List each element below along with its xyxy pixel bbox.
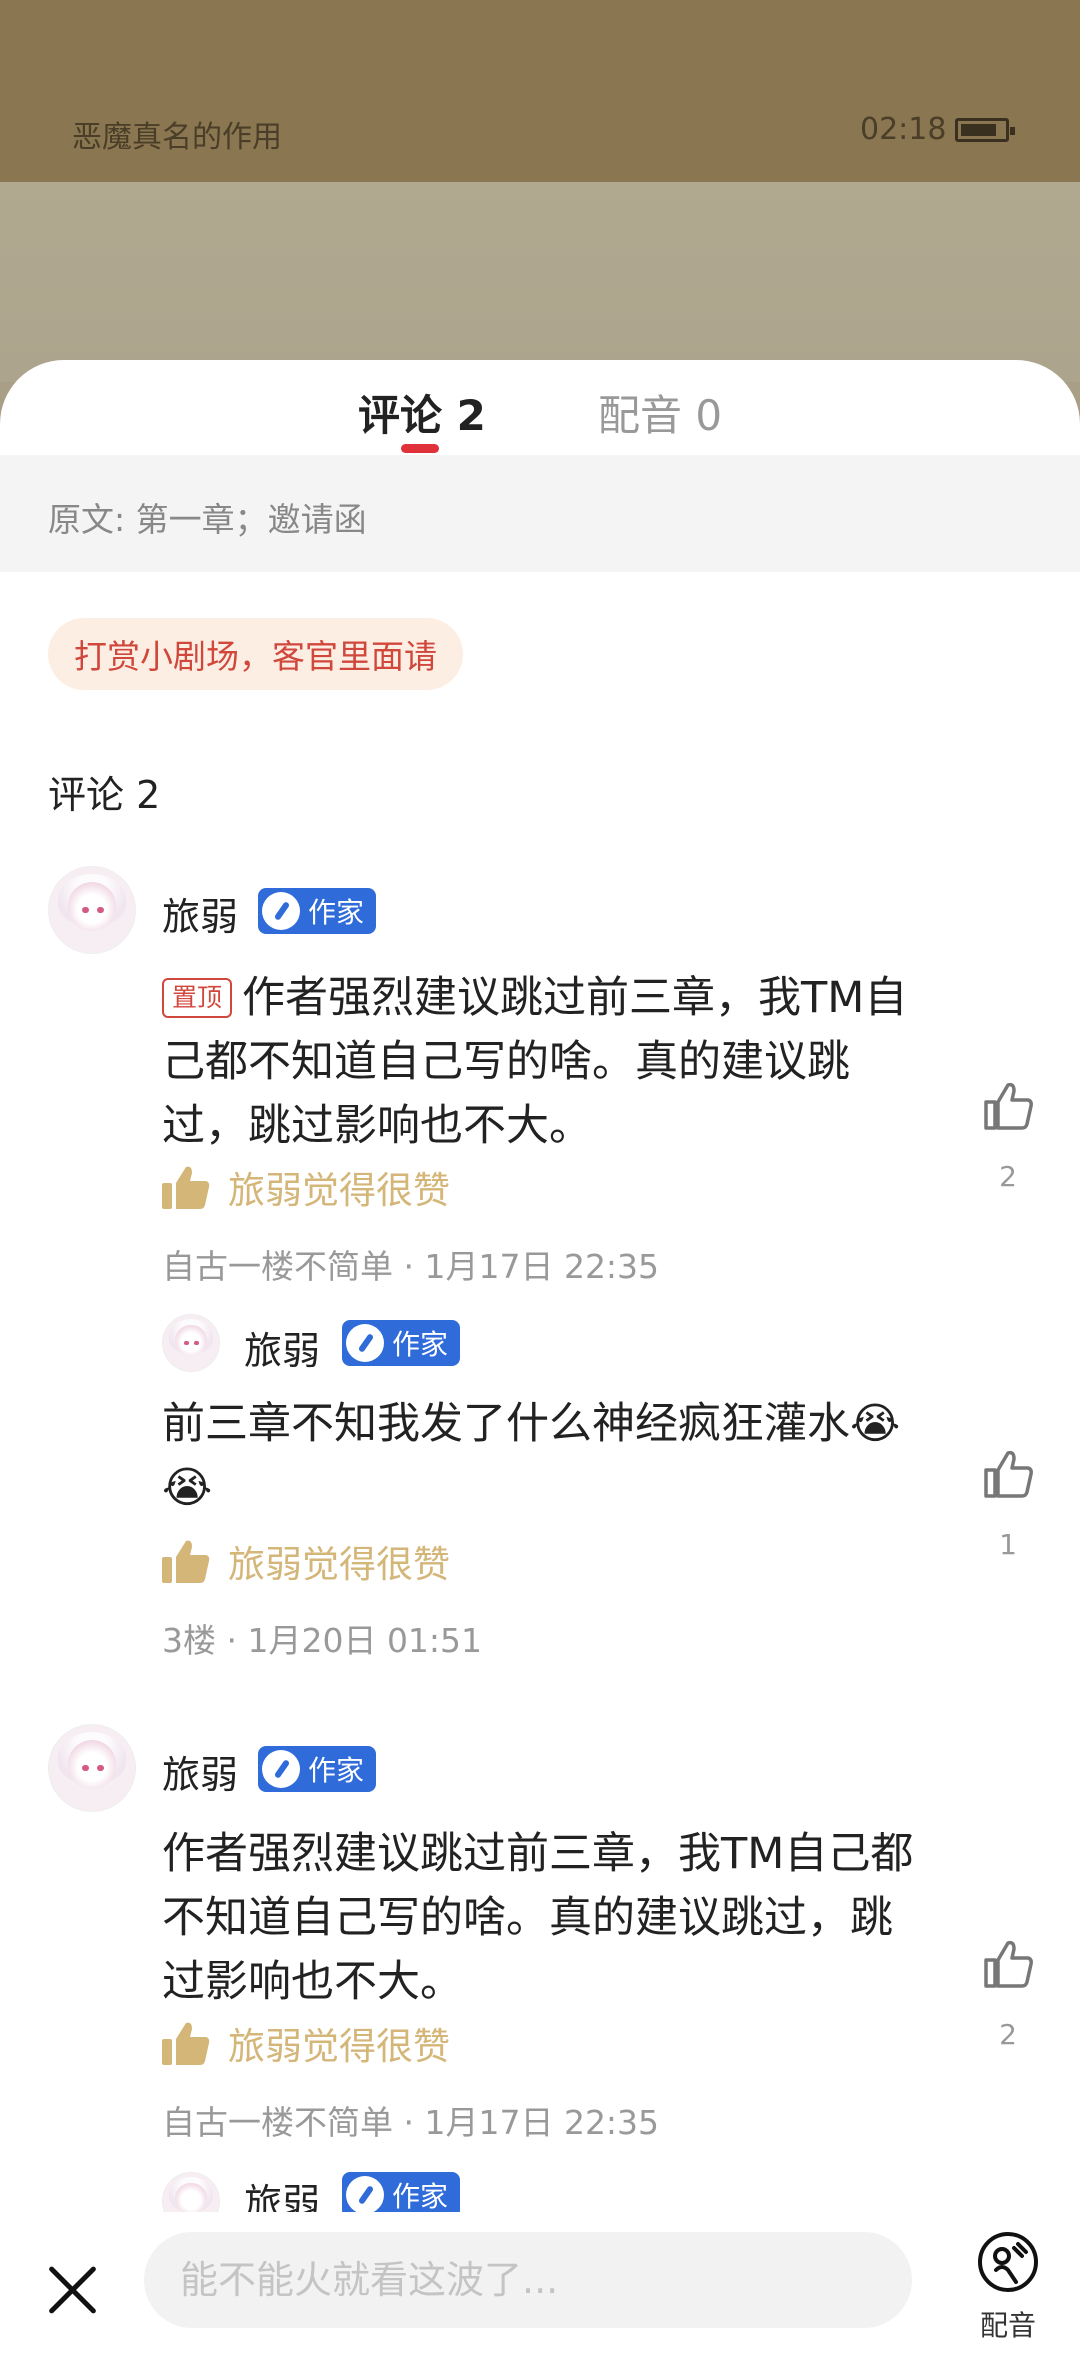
like-count: 1 bbox=[999, 1528, 1017, 1561]
author-liked-label: 旅弱觉得很赞 bbox=[228, 1169, 450, 1212]
quill-icon bbox=[262, 1750, 300, 1788]
thumb-up-outline-icon bbox=[984, 1082, 1033, 1130]
comment-count-heading: 评论 2 bbox=[48, 773, 161, 817]
dub-button[interactable]: 配音 bbox=[968, 2230, 1048, 2344]
tab-bar: 评论 2 配音 0 bbox=[0, 360, 1080, 455]
thumb-up-outline-icon bbox=[984, 1940, 1033, 1988]
like-button[interactable] bbox=[980, 1448, 1036, 1504]
author-badge: 作家 bbox=[342, 1320, 461, 1366]
comment-meta: 3楼 · 1月20日 01:51 bbox=[162, 1621, 483, 1660]
book-title: 恶魔真名的作用 bbox=[72, 120, 282, 155]
comment-input[interactable] bbox=[144, 2232, 912, 2328]
comment-input-wrapper[interactable] bbox=[144, 2232, 912, 2328]
close-icon[interactable] bbox=[44, 2262, 100, 2318]
like-count: 2 bbox=[999, 2018, 1017, 2051]
comment-body: 前三章不知我发了什么神经疯狂灌水😭😭 bbox=[162, 1399, 901, 1513]
comment-text[interactable]: 作者强烈建议跳过前三章，我TM自己都不知道自己写的啥。真的建议跳过，跳过影响也不… bbox=[162, 1822, 922, 2014]
tip-theater-button[interactable]: 打赏小剧场，客官里面请 bbox=[48, 618, 463, 690]
comment-body: 作者强烈建议跳过前三章，我TM自己都不知道自己写的啥。真的建议跳过，跳过影响也不… bbox=[162, 1829, 914, 2007]
battery-icon bbox=[955, 118, 1015, 142]
pinned-tag: 置顶 bbox=[162, 978, 233, 1018]
like-button[interactable] bbox=[980, 1938, 1036, 1994]
author-liked-label: 旅弱觉得很赞 bbox=[228, 1543, 450, 1586]
avatar[interactable] bbox=[162, 1314, 220, 1372]
clock: 02:18 bbox=[860, 112, 947, 147]
like-button[interactable] bbox=[980, 1080, 1036, 1136]
author-liked-row: 旅弱觉得很赞 bbox=[162, 1534, 450, 1588]
author-liked-row: 旅弱觉得很赞 bbox=[162, 1160, 450, 1214]
avatar[interactable] bbox=[162, 2172, 220, 2212]
avatar[interactable] bbox=[48, 866, 136, 954]
avatar[interactable] bbox=[48, 1724, 136, 1812]
comments-sheet: 评论 2 配音 0 原文: 第一章；邀请函 打赏小剧场，客官里面请 评论 2 旅… bbox=[0, 360, 1080, 2376]
author-badge-label: 作家 bbox=[308, 1754, 365, 1787]
thumb-up-outline-icon bbox=[984, 1450, 1033, 1498]
battery-level bbox=[961, 124, 996, 136]
comment-username[interactable]: 旅弱 bbox=[162, 886, 238, 941]
comment-text[interactable]: 前三章不知我发了什么神经疯狂灌水😭😭 bbox=[162, 1392, 942, 1520]
tab-comments[interactable]: 评论 2 bbox=[358, 382, 486, 443]
quill-icon bbox=[346, 1324, 384, 1362]
quill-icon bbox=[262, 892, 300, 930]
tab-active-indicator bbox=[401, 444, 439, 453]
comment-body: 作者强烈建议跳过前三章，我TM自己都不知道自己写的啥。真的建议跳过，跳过影响也不… bbox=[162, 973, 908, 1151]
thumb-up-filled-icon bbox=[162, 1166, 210, 1209]
clipped-reply: 旅弱 作家 bbox=[0, 2172, 1080, 2212]
comment-meta: 自古一楼不简单 · 1月17日 22:35 bbox=[162, 1247, 660, 1286]
author-liked-row: 旅弱觉得很赞 bbox=[162, 2016, 450, 2070]
tip-theater-label: 打赏小剧场，客官里面请 bbox=[74, 637, 437, 676]
tab-dubbing[interactable]: 配音 0 bbox=[598, 382, 722, 443]
author-badge: 作家 bbox=[258, 888, 377, 934]
dub-label: 配音 bbox=[979, 2309, 1036, 2342]
quill-icon bbox=[346, 2176, 384, 2212]
comment-username[interactable]: 旅弱 bbox=[244, 1320, 320, 1375]
author-liked-label: 旅弱觉得很赞 bbox=[228, 2025, 450, 2068]
original-text-bar[interactable]: 原文: 第一章；邀请函 bbox=[0, 455, 1080, 572]
comment-input-bar: 配音 bbox=[0, 2212, 1080, 2376]
reader-page-background bbox=[0, 182, 1080, 382]
original-text-label: 原文: 第一章；邀请函 bbox=[48, 500, 367, 539]
author-badge-label: 作家 bbox=[308, 896, 365, 929]
comment-meta: 自古一楼不简单 · 1月17日 22:35 bbox=[162, 2103, 660, 2142]
dubbing-icon bbox=[978, 2232, 1038, 2292]
like-count: 2 bbox=[999, 1160, 1017, 1193]
author-badge: 作家 bbox=[258, 1746, 377, 1792]
author-badge: 作家 bbox=[342, 2172, 461, 2212]
author-badge-label: 作家 bbox=[392, 2180, 449, 2212]
comment-text[interactable]: 置顶 作者强烈建议跳过前三章，我TM自己都不知道自己写的啥。真的建议跳过，跳过影响… bbox=[162, 966, 922, 1158]
thumb-up-filled-icon bbox=[162, 2022, 210, 2065]
comment-username[interactable]: 旅弱 bbox=[244, 2172, 320, 2212]
thumb-up-filled-icon bbox=[162, 1540, 210, 1583]
author-badge-label: 作家 bbox=[392, 1328, 449, 1361]
comment-username[interactable]: 旅弱 bbox=[162, 1744, 238, 1799]
